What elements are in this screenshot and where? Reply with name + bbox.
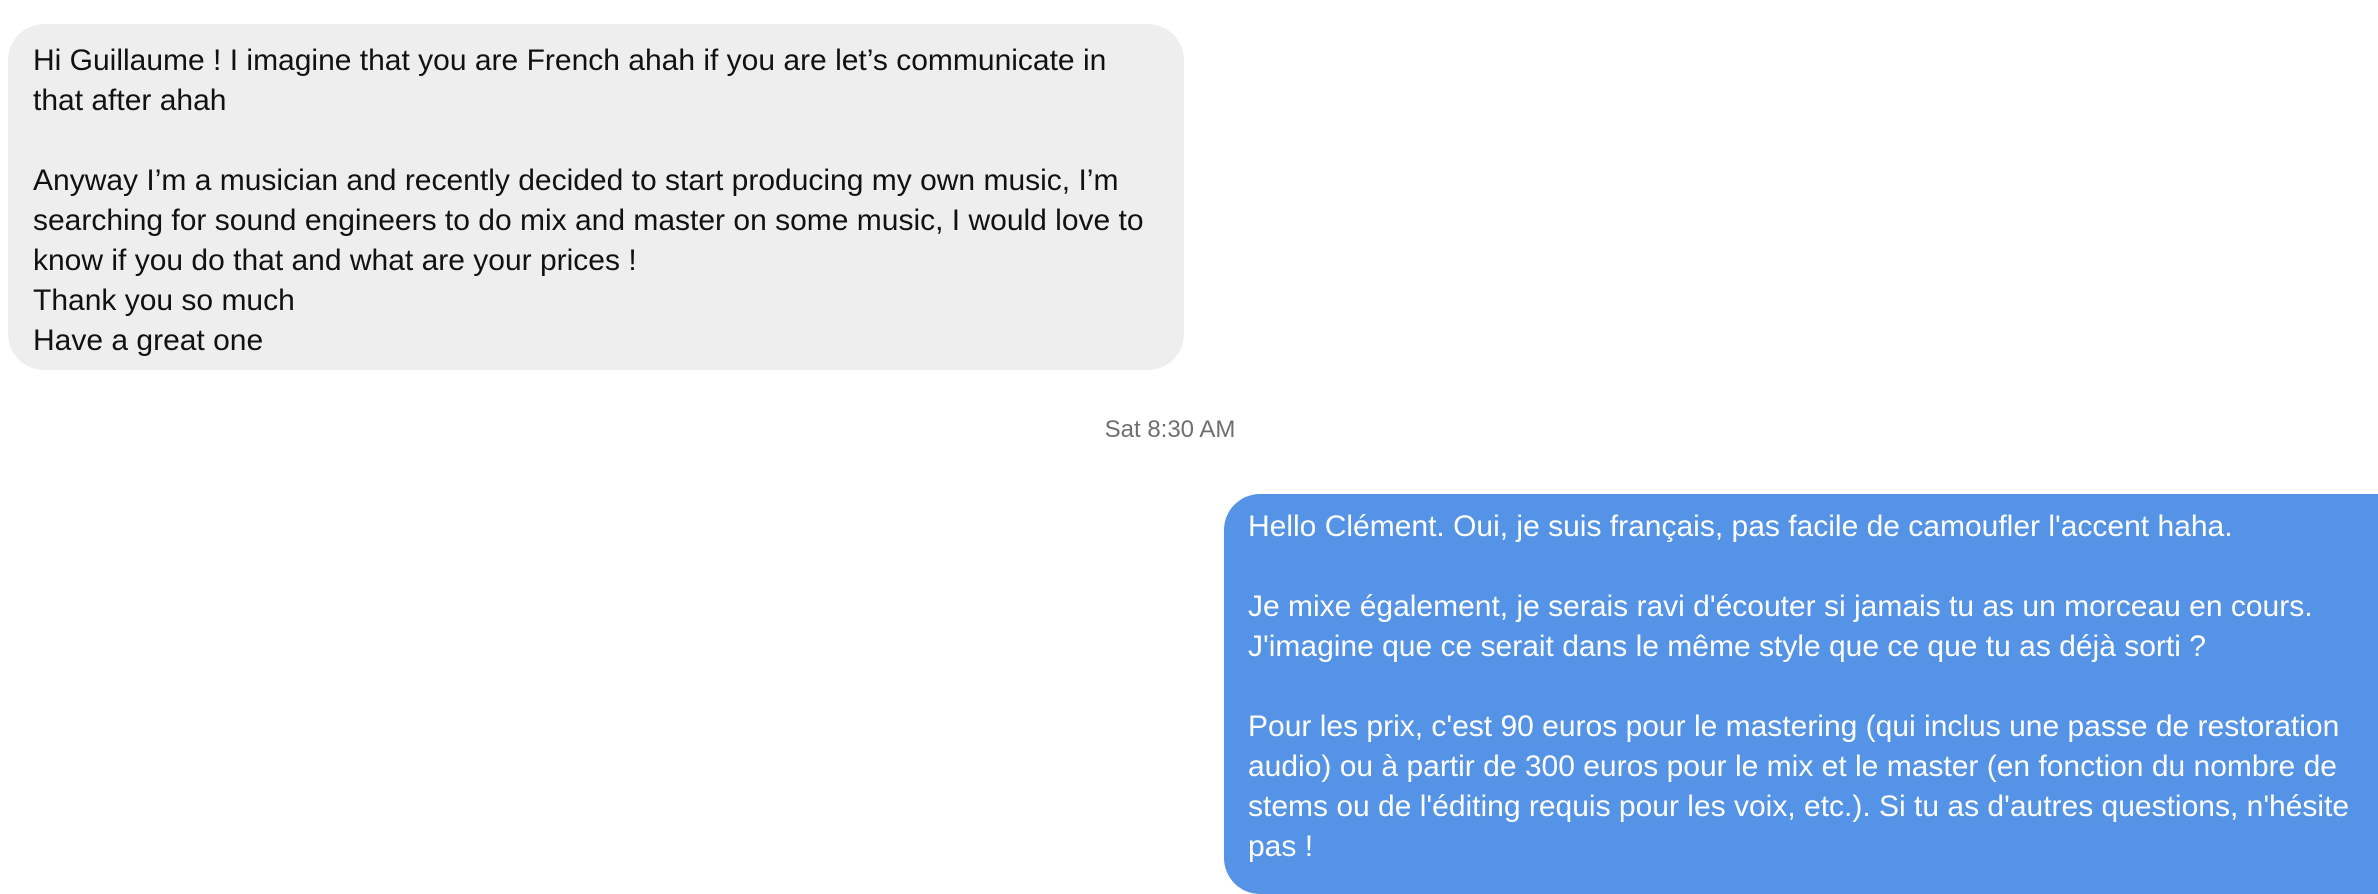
message-timestamp: Sat 8:30 AM [1104,416,1236,443]
incoming-message-bubble[interactable]: Hi Guillaume ! I imagine that you are Fr… [8,24,1184,370]
message-thread: Hi Guillaume ! I imagine that you are Fr… [0,0,2378,894]
outgoing-message-bubble[interactable]: Hello Clément. Oui, je suis français, pa… [1224,494,2378,894]
